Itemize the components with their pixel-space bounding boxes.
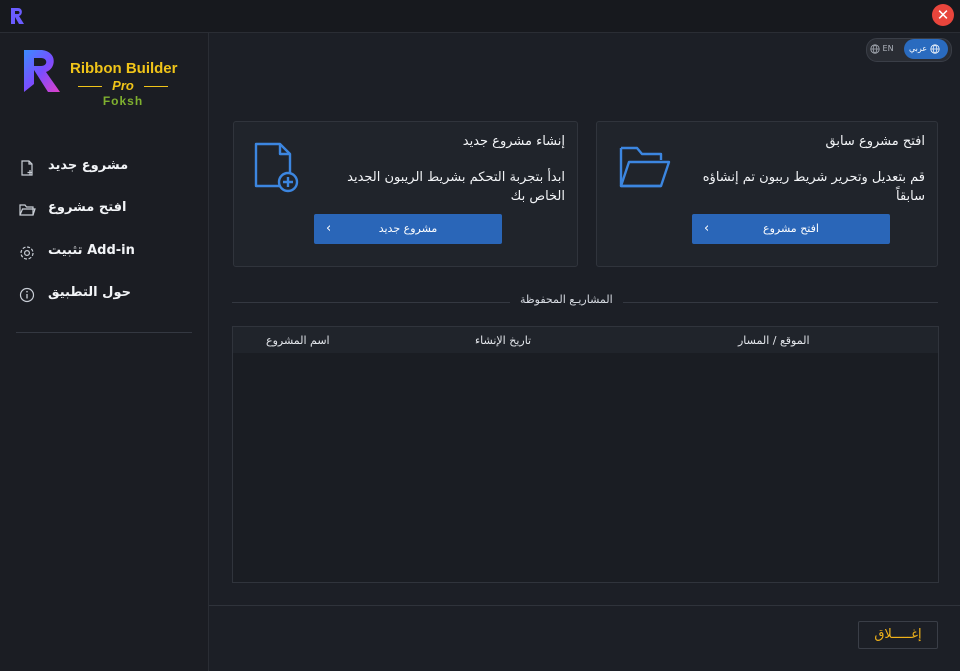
gear-icon xyxy=(20,246,34,260)
new-document-icon xyxy=(254,142,299,193)
open-project-card: افتح مشروع سابق قم بتعديل وتحرير شريط ري… xyxy=(596,121,938,267)
app-logo: Ribbon Builder Pro Foksh xyxy=(22,48,182,108)
close-button[interactable]: إغـــــلاق xyxy=(858,621,938,649)
language-option-en[interactable]: EN xyxy=(870,40,904,58)
column-header-created[interactable]: تاريخ الإنشاء xyxy=(475,334,531,347)
sidebar xyxy=(0,33,209,671)
new-project-card: إنشاء مشروع جديد ابدأ بتجربة التحكم بشري… xyxy=(233,121,578,267)
open-project-title: افتح مشروع سابق xyxy=(825,134,926,149)
app-logo-icon xyxy=(11,8,24,24)
column-header-name[interactable]: اسم المشروع xyxy=(266,334,330,347)
window-close-button[interactable]: ✕ xyxy=(932,4,954,26)
globe-icon xyxy=(930,43,940,54)
new-project-button[interactable]: ‹ مشروع جديد xyxy=(314,214,502,244)
logo-brand: Foksh xyxy=(102,94,144,108)
sidebar-item-new-project[interactable]: مشروع جديد xyxy=(18,155,188,181)
chevron-left-icon: ‹ xyxy=(704,221,710,236)
new-project-description: ابدأ بتجربة التحكم بشريط الريبون الجديد … xyxy=(347,170,565,204)
sidebar-divider xyxy=(16,332,192,333)
new-file-icon xyxy=(21,160,33,176)
logo-title: Ribbon Builder xyxy=(70,60,178,77)
language-ar-label: عربي xyxy=(909,44,928,53)
sidebar-item-label: مشروع جديد xyxy=(48,158,129,173)
sidebar-item-label: حول التطبيق xyxy=(48,285,131,300)
saved-projects-table[interactable]: الموقع / المسار تاريخ الإنشاء اسم المشرو… xyxy=(232,326,939,583)
open-folder-icon xyxy=(619,146,671,188)
open-project-description: قم بتعديل وتحرير شريط ريبون تم إنشاؤه سا… xyxy=(702,170,925,204)
logo-r-icon xyxy=(24,50,60,92)
sidebar-item-label: افتح مشروع xyxy=(48,200,127,215)
new-project-button-label: مشروع جديد xyxy=(378,222,438,235)
column-header-location[interactable]: الموقع / المسار xyxy=(738,334,810,347)
saved-projects-title: المشاريـع المحفوظة xyxy=(510,293,623,306)
logo-rule-right xyxy=(144,86,168,87)
title-bar: ✕ xyxy=(0,0,960,33)
chevron-left-icon: ‹ xyxy=(326,221,332,236)
folder-icon xyxy=(19,204,36,216)
sidebar-item-about[interactable]: حول التطبيق xyxy=(18,282,188,308)
sidebar-item-open-project[interactable]: افتح مشروع xyxy=(18,197,188,223)
sidebar-item-label: تثبيت Add-in xyxy=(48,243,135,258)
open-project-button-label: افتح مشروع xyxy=(763,222,819,235)
sidebar-item-install-addin[interactable]: تثبيت Add-in xyxy=(18,240,188,266)
language-option-ar[interactable]: عربي xyxy=(904,39,948,59)
open-project-button[interactable]: ‹ افتح مشروع xyxy=(692,214,890,244)
language-en-label: EN xyxy=(882,44,894,53)
info-icon xyxy=(19,287,35,303)
new-project-title: إنشاء مشروع جديد xyxy=(462,134,565,149)
footer-divider xyxy=(209,605,960,606)
table-header: الموقع / المسار تاريخ الإنشاء اسم المشرو… xyxy=(233,327,938,353)
globe-icon xyxy=(870,43,880,54)
